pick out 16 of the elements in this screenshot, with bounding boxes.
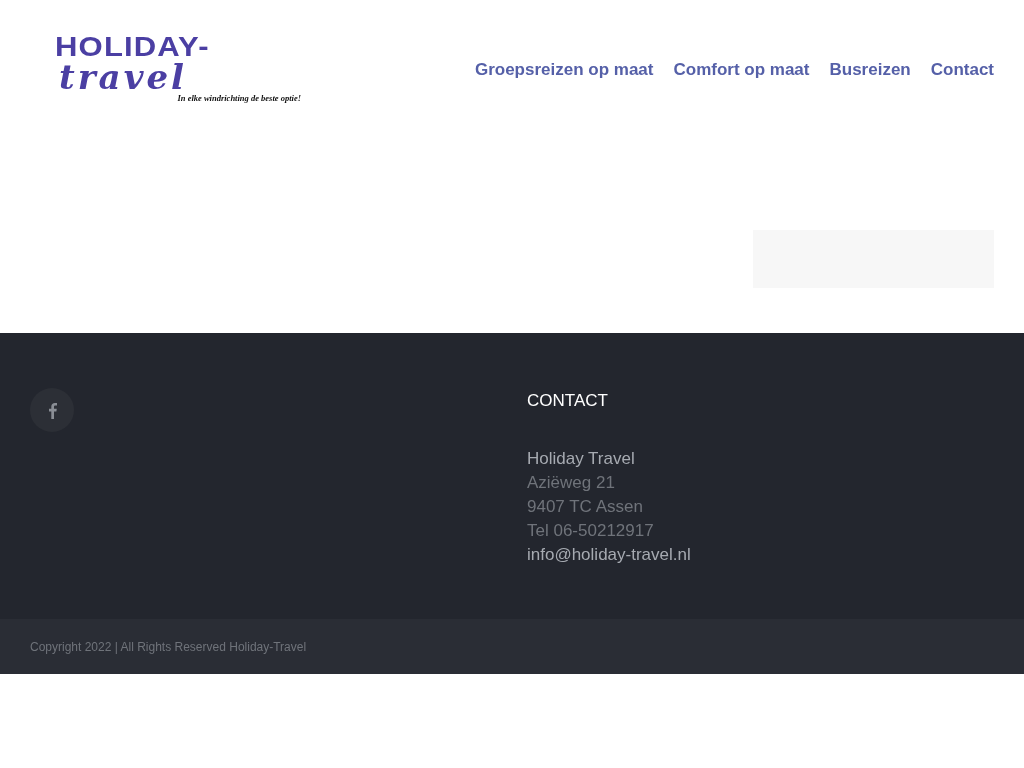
address-line: Aziëweg 21 [527, 472, 615, 494]
contact-heading: CONTACT [527, 390, 609, 412]
logo-script: travel [59, 61, 187, 93]
nav-link[interactable]: Groepsreizen op maat [474, 60, 654, 80]
nav-link[interactable]: Busreizen [829, 60, 911, 80]
address-line: 9407 TC Assen [527, 496, 643, 518]
nav-link[interactable]: Comfort op maat [673, 60, 810, 80]
email-link[interactable]: info@holiday-travel.nl [527, 543, 691, 567]
company-name: Holiday Travel [527, 448, 635, 470]
nav-link[interactable]: Contact [930, 60, 994, 80]
copyright-text: Copyright 2022 | All Rights Reserved Holiday-Travel [30, 639, 307, 654]
logo-title: HOLIDAY- [55, 33, 210, 61]
logo-tagline: In elke windrichting de beste optie! [177, 93, 301, 103]
facebook-icon [47, 401, 57, 419]
facebook-button[interactable] [30, 388, 74, 432]
address-line: Tel 06-50212917 [527, 520, 654, 542]
